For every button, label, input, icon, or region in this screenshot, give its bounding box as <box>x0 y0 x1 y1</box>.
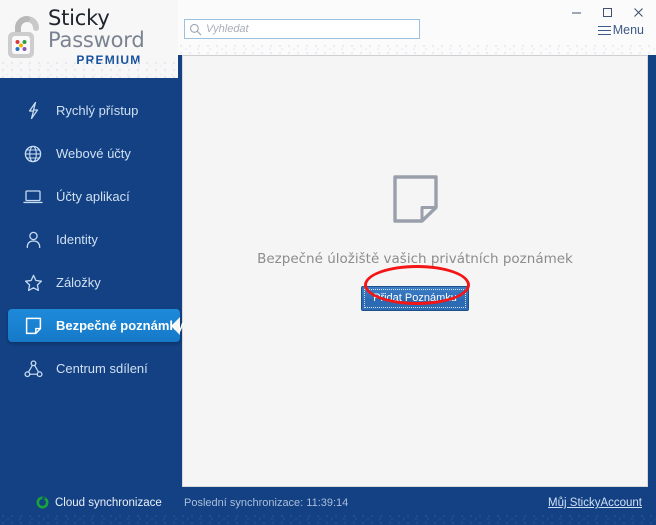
person-icon <box>22 229 44 251</box>
sidebar-item-web-accounts[interactable]: Webové účty <box>0 137 178 170</box>
brand-name-line1: Sticky <box>48 6 110 30</box>
sidebar-item-label: Rychlý přístup <box>56 103 139 118</box>
sidebar-item-label: Identity <box>56 232 98 247</box>
maximize-icon <box>603 7 612 17</box>
cloud-sync-label: Cloud synchronizace <box>55 496 162 509</box>
laptop-icon <box>22 186 44 208</box>
top-bar: Menu <box>178 0 656 55</box>
sidebar-item-bookmarks[interactable]: Záložky <box>0 266 178 299</box>
sidebar: Rychlý přístup Webové účty Účty aplikací… <box>0 78 184 525</box>
menu-label: Menu <box>612 23 644 38</box>
search-icon <box>189 23 202 35</box>
sidebar-item-app-accounts[interactable]: Účty aplikací <box>0 180 178 213</box>
menu-button[interactable]: Menu <box>597 23 644 38</box>
cloud-sync-status[interactable]: Cloud synchronizace <box>36 496 162 509</box>
note-page-icon <box>392 174 439 229</box>
search-input[interactable] <box>206 21 406 37</box>
sidebar-item-label: Záložky <box>56 275 101 290</box>
hamburger-icon <box>597 23 611 38</box>
window-controls <box>561 0 654 24</box>
search-box[interactable] <box>184 19 420 39</box>
sidebar-item-quick-access[interactable]: Rychlý přístup <box>0 94 178 127</box>
lightning-bolt-icon <box>22 100 44 122</box>
note-icon <box>22 315 44 337</box>
empty-state: Bezpečné úložiště vašich privátních pozn… <box>183 174 647 311</box>
add-note-button[interactable]: Přidat Poznámku <box>361 286 469 311</box>
sidebar-nav: Rychlý přístup Webové účty Účty aplikací… <box>0 78 184 385</box>
app-window: Sticky Password PREMIUM Vyhledat Menu Ry… <box>0 0 656 525</box>
close-icon <box>634 7 643 17</box>
sidebar-item-secure-notes[interactable]: Bezpečné poznámky <box>0 309 184 342</box>
sidebar-item-sharing-center[interactable]: Centrum sdílení <box>0 352 178 385</box>
sidebar-item-label: Bezpečné poznámky <box>56 318 184 333</box>
sidebar-item-identities[interactable]: Identity <box>0 223 178 256</box>
globe-icon <box>22 143 44 165</box>
sidebar-item-label: Účty aplikací <box>56 189 130 204</box>
brand-name-line2: Password <box>48 28 145 52</box>
last-sync-time: Poslední synchronizace: 11:39:14 <box>184 497 349 509</box>
share-network-icon <box>22 358 44 380</box>
empty-state-message: Bezpečné úložiště vašich privátních pozn… <box>257 251 573 267</box>
minimize-icon <box>572 12 581 13</box>
sidebar-item-label: Centrum sdílení <box>56 361 148 376</box>
sidebar-item-label: Webové účty <box>56 146 131 161</box>
cloud-sync-icon <box>36 496 49 509</box>
status-bar: Cloud synchronizace Poslední synchroniza… <box>0 487 656 525</box>
maximize-button[interactable] <box>592 1 623 23</box>
brand-logo-area: Sticky Password PREMIUM <box>0 0 178 78</box>
brand-edition: PREMIUM <box>76 53 142 67</box>
sticky-account-link[interactable]: Můj StickyAccount <box>548 497 642 509</box>
minimize-button[interactable] <box>561 1 592 23</box>
close-button[interactable] <box>623 1 654 23</box>
content-panel: Bezpečné úložiště vašich privátních pozn… <box>182 55 648 487</box>
star-icon <box>22 272 44 294</box>
open-padlock-icon <box>8 16 39 58</box>
